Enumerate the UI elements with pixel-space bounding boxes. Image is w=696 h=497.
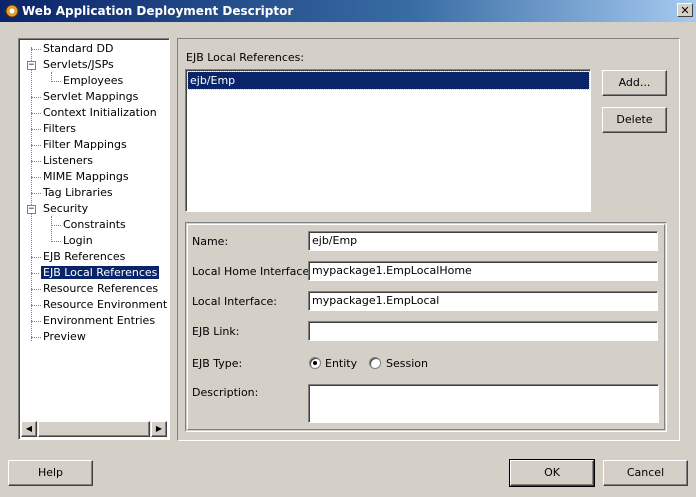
tree-connector [31, 97, 41, 98]
tree-connector [31, 289, 41, 290]
tree-item-ejb-references[interactable]: EJB References [41, 249, 127, 265]
tree-item-listeners[interactable]: Listeners [41, 153, 95, 169]
tree-connector [31, 337, 41, 338]
tree-item-resource-references[interactable]: Resource References [41, 281, 160, 297]
tree-connector [51, 225, 61, 226]
session-radio[interactable] [369, 357, 381, 369]
ejb-type-label: EJB Type: [192, 357, 243, 370]
local-interface-field[interactable]: mypackage1.EmpLocal [308, 291, 658, 311]
tree-item-preview[interactable]: Preview [41, 329, 88, 345]
collapse-icon[interactable]: − [27, 61, 36, 70]
title-bar: Web Application Deployment Descriptor ✕ [0, 0, 696, 22]
tree-connector [31, 161, 41, 162]
tree-item-constraints[interactable]: Constraints [61, 217, 128, 233]
scrollbar-thumb[interactable] [38, 421, 150, 437]
tree-item-security[interactable]: Security [41, 201, 90, 217]
entity-radio-label[interactable]: Entity [325, 357, 357, 370]
tree-connector [31, 49, 41, 50]
tree-connector [31, 321, 41, 322]
session-radio-label[interactable]: Session [386, 357, 428, 370]
tree-connector [51, 241, 61, 242]
tree-connector [31, 129, 41, 130]
tree-item-servlets-jsps[interactable]: Servlets/JSPs [41, 57, 116, 73]
tree-connector [51, 216, 52, 242]
tree-item-standard-dd[interactable]: Standard DD [41, 41, 115, 57]
navigation-tree[interactable]: − − Standard DD Servlets/JSPs Employees … [18, 38, 170, 440]
description-textarea[interactable] [308, 384, 659, 423]
tree-connector [51, 81, 61, 82]
ejb-local-references-list[interactable]: ejb/Emp [185, 69, 591, 212]
tree-item-context-initialization[interactable]: Context Initialization [41, 105, 159, 121]
app-icon [5, 4, 19, 18]
entity-radio[interactable] [309, 357, 321, 369]
tree-connector [31, 113, 41, 114]
tree-item-environment-entries[interactable]: Environment Entries [41, 313, 157, 329]
window-title: Web Application Deployment Descriptor [22, 4, 294, 18]
scroll-right-arrow-icon[interactable]: ▶ [151, 421, 167, 437]
tree-item-resource-environment-references[interactable]: Resource Environment Re [41, 297, 169, 313]
add-button[interactable]: Add... [602, 70, 667, 96]
tree-item-filters[interactable]: Filters [41, 121, 78, 137]
ok-button[interactable]: OK [509, 459, 595, 487]
tree-item-mime-mappings[interactable]: MIME Mappings [41, 169, 131, 185]
description-label: Description: [192, 386, 259, 399]
tree-connector [31, 145, 41, 146]
tree-connector [31, 47, 32, 341]
tree-item-tag-libraries[interactable]: Tag Libraries [41, 185, 115, 201]
horizontal-scrollbar[interactable]: ◀ ▶ [21, 421, 167, 437]
local-interface-label: Local Interface: [192, 295, 277, 308]
tree-item-filter-mappings[interactable]: Filter Mappings [41, 137, 129, 153]
collapse-icon[interactable]: − [27, 205, 36, 214]
tree-item-servlet-mappings[interactable]: Servlet Mappings [41, 89, 140, 105]
tree-connector [31, 177, 41, 178]
tree-connector [31, 193, 41, 194]
tree-connector [31, 273, 41, 274]
ejb-local-references-heading: EJB Local References: [186, 51, 305, 64]
cancel-button[interactable]: Cancel [603, 460, 688, 486]
tree-item-employees[interactable]: Employees [61, 73, 125, 89]
name-field[interactable]: ejb/Emp [308, 231, 658, 251]
name-label: Name: [192, 235, 229, 248]
list-item[interactable]: ejb/Emp [187, 71, 590, 90]
tree-connector [31, 257, 41, 258]
close-icon: ✕ [680, 4, 690, 17]
ejb-link-field[interactable] [308, 321, 658, 341]
close-button[interactable]: ✕ [677, 3, 693, 17]
scroll-left-arrow-icon[interactable]: ◀ [21, 421, 37, 437]
ejb-link-label: EJB Link: [192, 325, 240, 338]
tree-connector [31, 305, 41, 306]
tree-item-login[interactable]: Login [61, 233, 95, 249]
tree-item-ejb-local-references[interactable]: EJB Local References [39, 265, 161, 281]
local-home-interface-field[interactable]: mypackage1.EmpLocalHome [308, 261, 658, 281]
delete-button[interactable]: Delete [602, 107, 667, 133]
help-button[interactable]: Help [8, 460, 93, 486]
local-home-interface-label: Local Home Interface: [192, 265, 313, 278]
